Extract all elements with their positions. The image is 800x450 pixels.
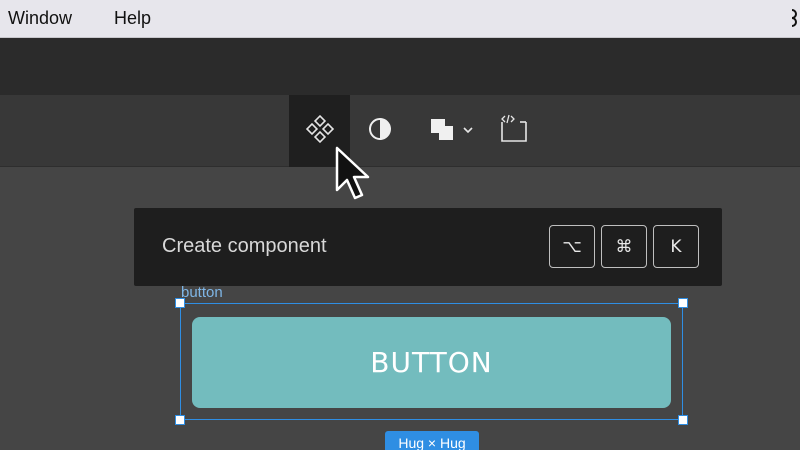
menu-window[interactable]: Window	[8, 8, 72, 29]
resize-handle-top-right[interactable]	[678, 298, 688, 308]
dev-mode-button[interactable]	[494, 95, 534, 167]
app-window: Window Help Create component ⌥ ⌘ K butto…	[0, 0, 800, 450]
canvas-button-element[interactable]: BUTTON	[192, 317, 671, 408]
app-titlebar	[0, 38, 800, 95]
resize-handle-bottom-left[interactable]	[175, 415, 185, 425]
k-key: K	[653, 225, 699, 268]
create-component-tooltip: Create component ⌥ ⌘ K	[134, 208, 722, 286]
mouse-cursor-icon	[334, 146, 374, 206]
editor-toolbar	[0, 95, 800, 167]
mask-icon	[366, 115, 394, 148]
menu-help[interactable]: Help	[114, 8, 151, 29]
resize-handle-bottom-right[interactable]	[678, 415, 688, 425]
boolean-union-icon	[428, 115, 458, 148]
chevron-down-icon	[462, 122, 474, 140]
tooltip-label: Create component	[162, 235, 327, 257]
component-icon	[305, 114, 334, 148]
code-frame-icon	[498, 114, 530, 149]
menubar-status-icon[interactable]	[790, 6, 800, 34]
boolean-groups-button[interactable]	[423, 95, 479, 167]
option-key: ⌥	[549, 225, 595, 268]
command-key: ⌘	[601, 225, 647, 268]
resize-handle-top-left[interactable]	[175, 298, 185, 308]
size-badge: Hug × Hug	[385, 431, 479, 450]
macos-menubar: Window Help	[0, 0, 800, 38]
frame-name-label[interactable]: button	[181, 284, 223, 301]
